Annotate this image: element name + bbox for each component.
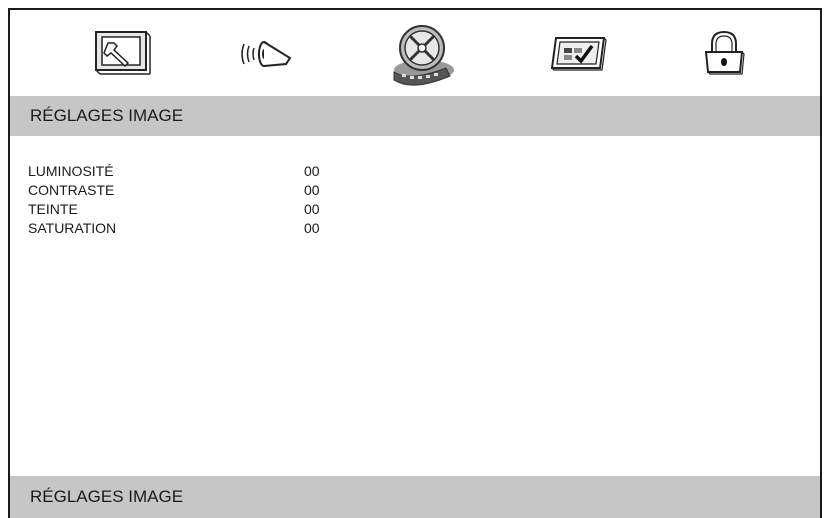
settings-list: LUMINOSITÉ 00 CONTRASTE 00 TEINTE 00 SAT… [28, 162, 448, 238]
section-header: RÉGLAGES IMAGE [10, 96, 820, 136]
setting-value: 00 [304, 182, 320, 198]
section-title: RÉGLAGES IMAGE [30, 106, 184, 125]
setting-row-luminosite[interactable]: LUMINOSITÉ 00 [28, 162, 448, 181]
speaker-icon[interactable] [234, 24, 306, 84]
setting-row-contraste[interactable]: CONTRASTE 00 [28, 181, 448, 200]
padlock-icon[interactable] [688, 24, 760, 84]
setting-value: 00 [304, 220, 320, 236]
setting-value: 00 [304, 201, 320, 217]
footer-text: RÉGLAGES IMAGE [30, 487, 184, 506]
setting-label: SATURATION [28, 220, 117, 236]
setting-row-teinte[interactable]: TEINTE 00 [28, 200, 448, 219]
checkmark-screen-icon[interactable] [542, 24, 614, 84]
menu-icon-bar [10, 10, 820, 96]
setting-label: CONTRASTE [28, 182, 115, 198]
film-reel-icon[interactable] [380, 18, 464, 90]
setting-label: TEINTE [28, 201, 78, 217]
setting-value: 00 [304, 163, 320, 179]
wrench-monitor-icon[interactable] [86, 24, 158, 84]
status-footer: RÉGLAGES IMAGE [10, 476, 820, 518]
setting-label: LUMINOSITÉ [28, 163, 114, 179]
setting-row-saturation[interactable]: SATURATION 00 [28, 219, 448, 238]
settings-menu-frame: RÉGLAGES IMAGE LUMINOSITÉ 00 CONTRASTE 0… [8, 8, 822, 518]
